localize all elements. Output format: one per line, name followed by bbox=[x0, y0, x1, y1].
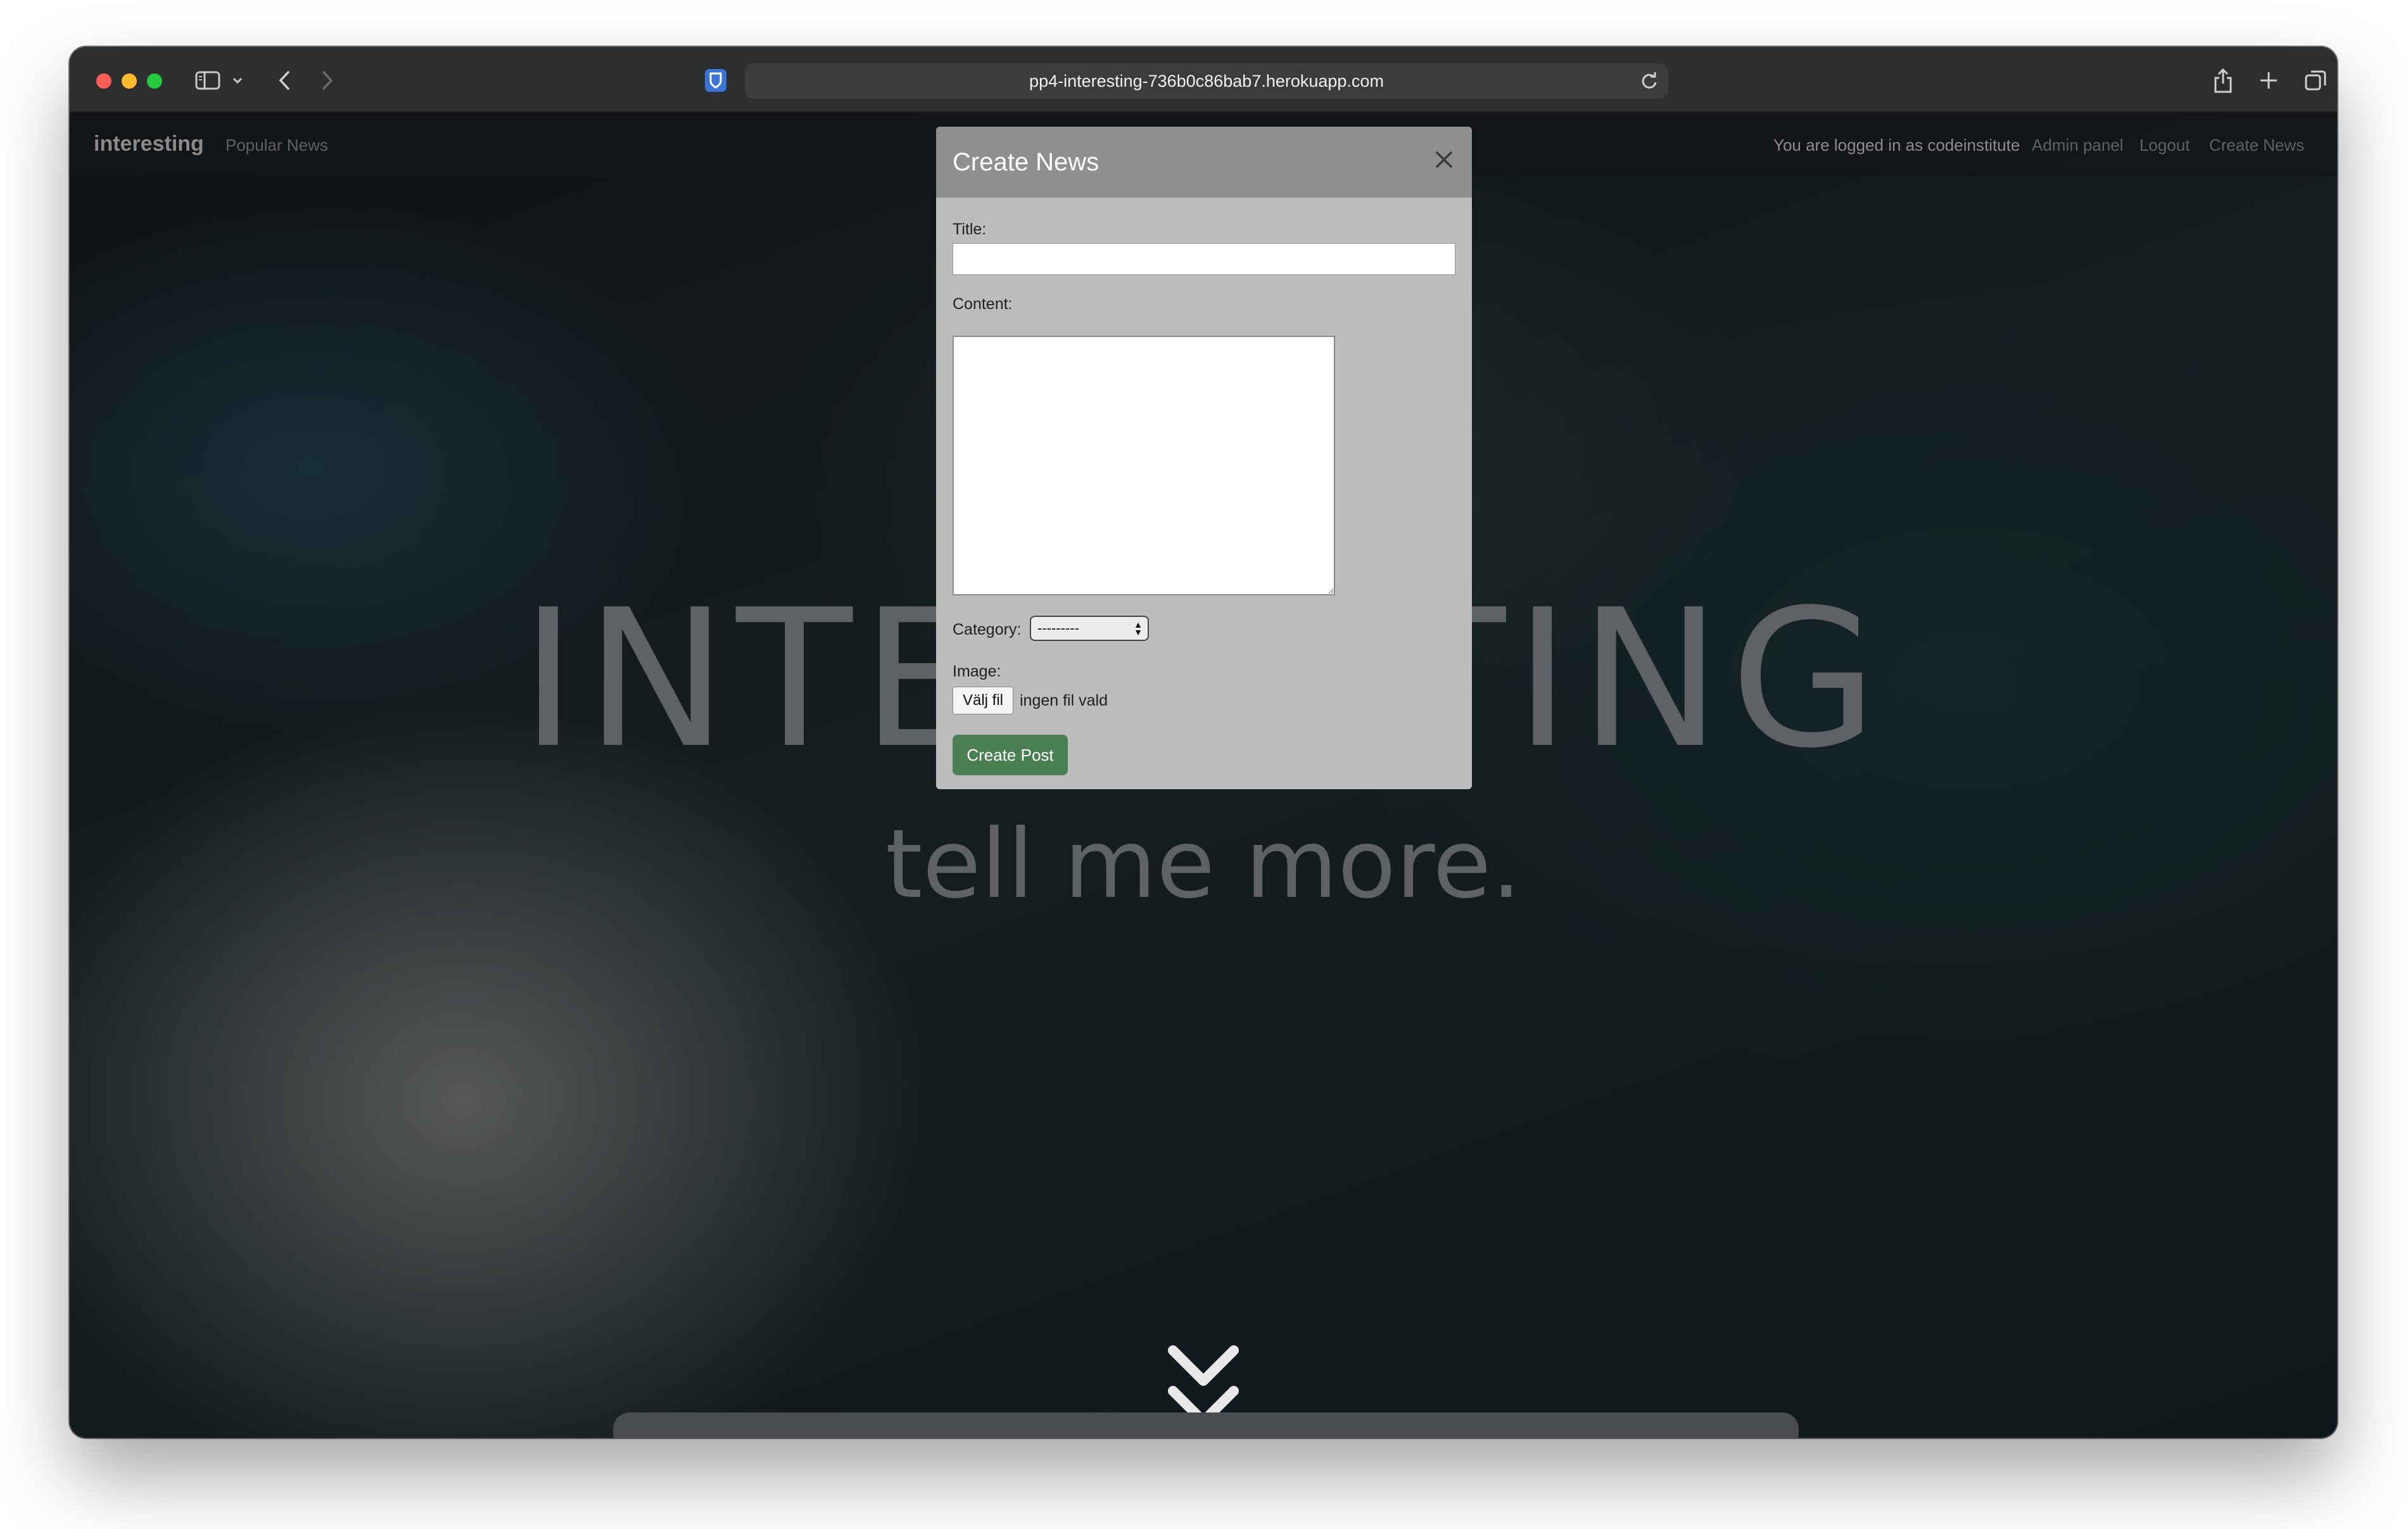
category-label: Category: bbox=[953, 621, 1022, 638]
select-arrows-icon: ▲ ▼ bbox=[1134, 619, 1143, 637]
browser-toolbar: pp4-interesting-736b0c86bab7.herokuapp.c… bbox=[70, 47, 2337, 113]
content-label: Content: bbox=[953, 295, 1013, 313]
forward-icon[interactable] bbox=[317, 66, 338, 95]
modal-title: Create News bbox=[953, 148, 1099, 176]
create-news-modal: Create News Title: Content: Category: --… bbox=[936, 127, 1472, 789]
browser-window: pp4-interesting-736b0c86bab7.herokuapp.c… bbox=[70, 47, 2337, 1438]
chevron-down-icon[interactable] bbox=[231, 66, 244, 95]
shield-icon[interactable] bbox=[703, 66, 728, 95]
bottom-section-edge bbox=[613, 1412, 1799, 1438]
title-field[interactable] bbox=[953, 243, 1455, 275]
nav-popular-news[interactable]: Popular News bbox=[225, 136, 328, 155]
sidebar-icon[interactable] bbox=[194, 66, 222, 95]
nav-admin-panel[interactable]: Admin panel bbox=[2032, 136, 2124, 155]
plus-icon[interactable] bbox=[2256, 66, 2281, 95]
close-window-button[interactable] bbox=[96, 73, 111, 89]
hero-subtitle: tell me more. bbox=[885, 809, 1522, 920]
back-icon[interactable] bbox=[274, 66, 295, 95]
file-status: ingen fil vald bbox=[1020, 692, 1108, 709]
choose-file-button[interactable]: Välj fil bbox=[953, 687, 1013, 714]
close-icon[interactable] bbox=[1430, 146, 1458, 174]
address-bar[interactable]: pp4-interesting-736b0c86bab7.herokuapp.c… bbox=[745, 63, 1668, 99]
nav-create-news[interactable]: Create News bbox=[2209, 136, 2304, 155]
create-post-button[interactable]: Create Post bbox=[953, 735, 1068, 775]
title-label: Title: bbox=[953, 220, 987, 238]
url-text: pp4-interesting-736b0c86bab7.herokuapp.c… bbox=[1029, 71, 1384, 91]
category-selected-value: --------- bbox=[1037, 620, 1079, 636]
modal-header: Create News bbox=[936, 127, 1472, 198]
minimize-window-button[interactable] bbox=[122, 73, 137, 89]
reload-icon[interactable] bbox=[1639, 71, 1659, 91]
content-field[interactable] bbox=[953, 336, 1335, 595]
category-select[interactable]: --------- ▲ ▼ bbox=[1030, 616, 1149, 641]
tabs-icon[interactable] bbox=[2303, 66, 2328, 95]
image-label: Image: bbox=[953, 663, 1001, 680]
nav-logout[interactable]: Logout bbox=[2139, 136, 2190, 155]
zoom-window-button[interactable] bbox=[147, 73, 162, 89]
share-icon[interactable] bbox=[2210, 66, 2236, 95]
logged-in-status: You are logged in as codeinstitute bbox=[1773, 136, 2020, 155]
brand-logo[interactable]: interesting bbox=[94, 132, 204, 156]
